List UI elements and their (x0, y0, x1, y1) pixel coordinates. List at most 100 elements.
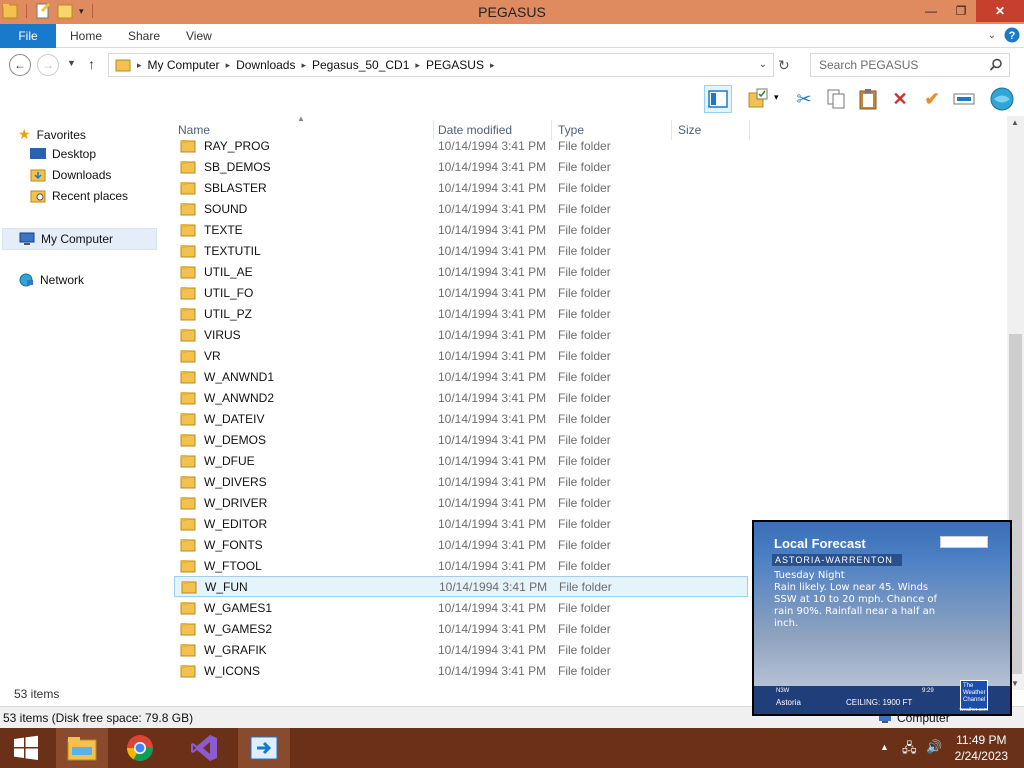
date-modified-cell: 10/14/1994 3:41 PM (438, 453, 547, 468)
desktop-icon (30, 148, 46, 159)
taskbar-visual-studio[interactable] (178, 728, 230, 768)
table-row[interactable]: W_FTOOL 10/14/1994 3:41 PM File folder (174, 555, 748, 576)
date-modified-cell: 10/14/1994 3:41 PM (438, 264, 547, 279)
type-cell: File folder (558, 642, 611, 657)
table-row[interactable]: W_ANWND2 10/14/1994 3:41 PM File folder (174, 387, 748, 408)
type-cell: File folder (558, 264, 611, 279)
table-row[interactable]: UTIL_AE 10/14/1994 3:41 PM File folder (174, 261, 748, 282)
date-modified-cell: 10/14/1994 3:41 PM (438, 642, 547, 657)
address-dropdown-chevron-icon[interactable]: ⌄ (759, 59, 767, 70)
preview-pane-icon[interactable] (704, 85, 732, 113)
table-row[interactable]: W_GAMES2 10/14/1994 3:41 PM File folder (174, 618, 748, 639)
copy-icon[interactable] (822, 85, 850, 113)
breadcrumb-pegasus[interactable]: PEGASUS (420, 58, 490, 72)
checkmark-icon[interactable]: ✔ (918, 85, 946, 113)
file-name: W_ICONS (204, 663, 261, 678)
show-hidden-icons-icon[interactable]: ▲ (880, 742, 889, 752)
folder-icon (180, 202, 196, 215)
forward-button[interactable]: → (37, 54, 59, 76)
folder-options-icon[interactable] (744, 85, 772, 113)
table-row[interactable]: W_FONTS 10/14/1994 3:41 PM File folder (174, 534, 748, 555)
up-arrow-icon[interactable]: ↑ (88, 56, 95, 72)
tab-file[interactable]: File (0, 24, 56, 48)
table-row[interactable]: VR 10/14/1994 3:41 PM File folder (174, 345, 748, 366)
close-button[interactable]: ✕ (976, 0, 1024, 22)
table-row[interactable]: TEXTUTIL 10/14/1994 3:41 PM File folder (174, 240, 748, 261)
tab-view[interactable]: View (186, 24, 212, 48)
start-button[interactable] (0, 728, 52, 768)
table-row[interactable]: W_DFUE 10/14/1994 3:41 PM File folder (174, 450, 748, 471)
type-cell: File folder (558, 243, 611, 258)
taskbar: ▲ 🖧 🔊 11:49 PM 2/24/2023 (0, 728, 1024, 768)
type-cell: File folder (558, 180, 611, 195)
breadcrumb-separator-icon[interactable]: ▸ (490, 60, 495, 71)
table-row[interactable]: W_ANWND1 10/14/1994 3:41 PM File folder (174, 366, 748, 387)
network-status-icon[interactable]: 🖧 (902, 739, 917, 761)
system-tray: ▲ 🖧 🔊 11:49 PM 2/24/2023 (864, 728, 1024, 768)
date-modified-cell: 10/14/1994 3:41 PM (438, 201, 547, 216)
file-name-cell: UTIL_FO (174, 286, 438, 300)
table-row[interactable]: W_DRIVER 10/14/1994 3:41 PM File folder (174, 492, 748, 513)
folder-icon (180, 475, 196, 488)
paste-icon[interactable] (854, 85, 882, 113)
breadcrumb-pegasus-cd1[interactable]: Pegasus_50_CD1 (306, 58, 415, 72)
table-row[interactable]: W_GAMES1 10/14/1994 3:41 PM File folder (174, 597, 748, 618)
table-row[interactable]: VIRUS 10/14/1994 3:41 PM File folder (174, 324, 748, 345)
rename-icon[interactable] (950, 85, 978, 113)
disk-free-status: 53 items (Disk free space: 79.8 GB) (3, 711, 194, 725)
nav-my-computer[interactable]: My Computer (2, 228, 157, 250)
table-row[interactable]: W_DATEIV 10/14/1994 3:41 PM File folder (174, 408, 748, 429)
table-row[interactable]: W_ICONS 10/14/1994 3:41 PM File folder (174, 660, 748, 681)
weather-time: 9:29 (922, 688, 934, 694)
breadcrumb-my-computer[interactable]: My Computer (142, 58, 226, 72)
table-row[interactable]: SBLASTER 10/14/1994 3:41 PM File folder (174, 177, 748, 198)
refresh-icon[interactable]: ↻ (778, 57, 790, 74)
table-row[interactable]: W_EDITOR 10/14/1994 3:41 PM File folder (174, 513, 748, 534)
help-icon[interactable]: ? (1004, 27, 1020, 43)
nav-downloads[interactable]: Downloads (30, 168, 111, 182)
scroll-up-icon[interactable]: ▲ (1011, 118, 1019, 127)
table-row[interactable]: W_FUN 10/14/1994 3:41 PM File folder (174, 576, 748, 597)
table-row[interactable]: UTIL_PZ 10/14/1994 3:41 PM File folder (174, 303, 748, 324)
taskbar-remote-app[interactable] (238, 728, 290, 768)
table-row[interactable]: W_DEMOS 10/14/1994 3:41 PM File folder (174, 429, 748, 450)
tab-home[interactable]: Home (70, 24, 102, 48)
nav-favorites[interactable]: ★ Favorites (18, 126, 86, 143)
taskbar-chrome[interactable] (114, 728, 166, 768)
table-row[interactable]: SOUND 10/14/1994 3:41 PM File folder (174, 198, 748, 219)
table-row[interactable]: W_GRAFIK 10/14/1994 3:41 PM File folder (174, 639, 748, 660)
nav-desktop[interactable]: Desktop (30, 147, 96, 161)
search-icon[interactable] (989, 58, 1003, 72)
cut-icon[interactable]: ✂ (790, 85, 818, 113)
clock[interactable]: 11:49 PM 2/24/2023 (955, 732, 1008, 764)
taskbar-file-explorer[interactable] (56, 728, 108, 768)
back-button[interactable]: ← (9, 54, 31, 76)
nav-recent-places[interactable]: Recent places (30, 189, 128, 203)
search-input[interactable]: Search PEGASUS (810, 53, 1010, 77)
nav-network[interactable]: Network (18, 273, 84, 287)
delete-icon[interactable]: ✕ (886, 85, 914, 113)
table-row[interactable]: RAY_PROG 10/14/1994 3:41 PM File folder (174, 135, 748, 156)
volume-icon[interactable]: 🔊 (926, 739, 942, 755)
type-cell: File folder (558, 390, 611, 405)
globe-icon[interactable] (988, 85, 1016, 113)
recent-locations-chevron-icon[interactable]: ▼ (67, 58, 76, 68)
date-modified-cell: 10/14/1994 3:41 PM (438, 495, 547, 510)
table-row[interactable]: UTIL_FO 10/14/1994 3:41 PM File folder (174, 282, 748, 303)
file-name: TEXTUTIL (204, 243, 261, 258)
folder-icon (180, 307, 196, 320)
restore-button[interactable]: ❐ (946, 0, 976, 22)
breadcrumb-downloads[interactable]: Downloads (230, 58, 301, 72)
tab-share[interactable]: Share (128, 24, 160, 48)
options-chevron-icon[interactable]: ▾ (774, 92, 779, 103)
table-row[interactable]: W_DIVERS 10/14/1994 3:41 PM File folder (174, 471, 748, 492)
folder-icon (180, 601, 196, 614)
address-bar[interactable]: ▸ My Computer ▸ Downloads ▸ Pegasus_50_C… (108, 53, 774, 77)
expand-ribbon-chevron-icon[interactable]: ⌄ (988, 30, 996, 41)
table-row[interactable]: TEXTE 10/14/1994 3:41 PM File folder (174, 219, 748, 240)
minimize-button[interactable]: — (916, 0, 946, 22)
file-name-cell: W_GAMES2 (174, 622, 438, 636)
table-row[interactable]: SB_DEMOS 10/14/1994 3:41 PM File folder (174, 156, 748, 177)
weather-forecast: Tuesday Night Rain likely. Low near 45. … (774, 570, 944, 630)
date-modified-cell: 10/14/1994 3:41 PM (439, 579, 548, 594)
